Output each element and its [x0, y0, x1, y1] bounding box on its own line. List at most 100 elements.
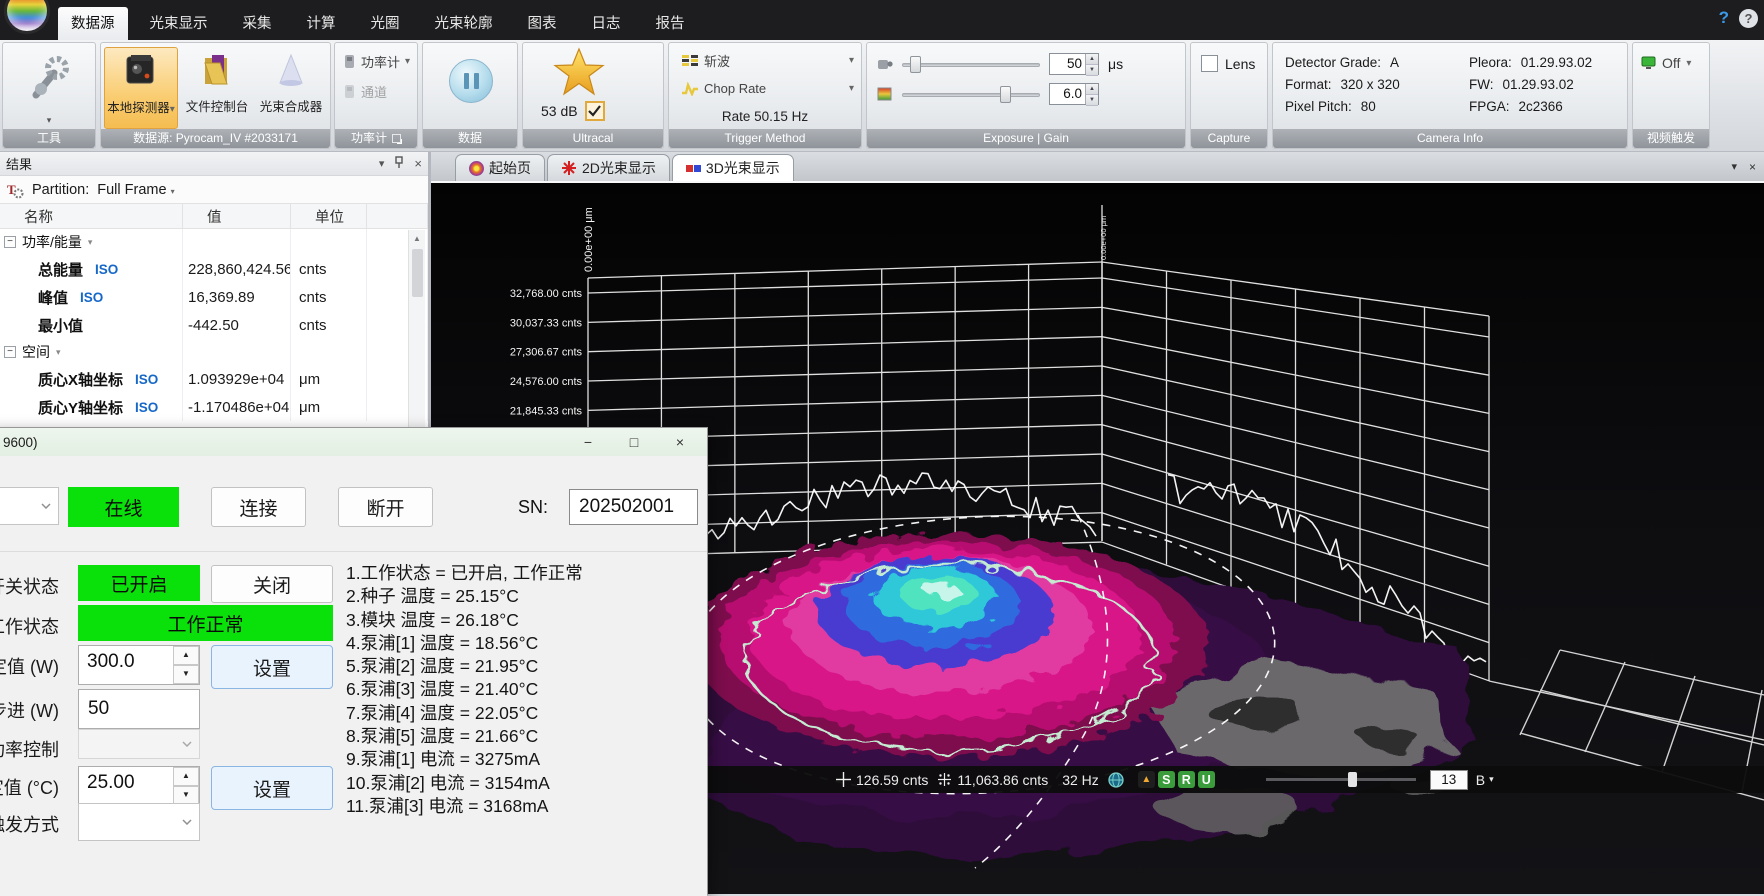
help-circle-icon[interactable]: ? [1739, 9, 1758, 28]
zoom-slider-handle[interactable] [1348, 772, 1357, 787]
ribbon-tab-1[interactable]: 光束显示 [137, 7, 221, 40]
local-detector-button[interactable]: 本地探测器▾ [104, 47, 178, 129]
ribbon-tab-3[interactable]: 计算 [294, 7, 349, 40]
file-console-button[interactable]: 文件控制台 [180, 47, 254, 129]
pin-icon[interactable] [394, 156, 404, 171]
zoom-slider[interactable] [1266, 771, 1416, 788]
results-item-row[interactable]: 峰值ISO16,369.89cnts [0, 283, 428, 311]
pause-button[interactable] [449, 59, 493, 103]
chop-dropdown[interactable]: 斩波 ▾ [681, 51, 853, 70]
exposure-slider-handle[interactable] [910, 56, 921, 73]
lens-checkbox[interactable] [1201, 55, 1218, 72]
chop-rate-dropdown[interactable]: Chop Rate ▾ [681, 81, 853, 96]
b-dropdown-icon[interactable]: ▾ [1489, 774, 1494, 785]
results-group-row[interactable]: −空间▾ [0, 339, 428, 365]
tab-close-icon[interactable]: × [1749, 160, 1756, 174]
spin-down-icon[interactable]: ▼ [1086, 65, 1098, 76]
partition-label: Partition: [32, 182, 89, 198]
camera-info-right-column: Pleora:01.29.93.02FW:01.29.93.02FPGA:2c2… [1469, 51, 1592, 117]
camera-info-row: Pixel Pitch:80 [1285, 95, 1400, 117]
help-icon[interactable]: ? [1719, 8, 1729, 28]
z-axis-tick: 21,845.33 cnts [510, 405, 583, 417]
disconnect-button[interactable]: 断开 [338, 487, 433, 527]
results-item-row[interactable]: 质心Y轴坐标ISO-1.170486e+04μm [0, 393, 428, 421]
ribbon-group-data: 数据 [422, 42, 518, 149]
power-meter-button[interactable]: 功率计 ▾ [343, 52, 410, 71]
setpoint-c-spinner[interactable]: 25.00 ▲▼ [78, 766, 200, 806]
partition-value-dropdown[interactable]: Full Frame ▾ [97, 182, 174, 198]
connect-button[interactable]: 连接 [211, 487, 306, 527]
spin-up-icon[interactable]: ▲ [173, 646, 199, 665]
ultracal-checkbox[interactable] [585, 101, 605, 121]
view-tab-2[interactable]: 3D光束显示 [672, 154, 794, 181]
indicator-r[interactable]: R [1178, 771, 1195, 788]
ultracal-star-icon[interactable] [553, 47, 605, 97]
set-power-button[interactable]: 设置 [211, 645, 333, 689]
ribbon-tab-0[interactable]: 数据源 [58, 7, 128, 40]
close-icon[interactable]: × [657, 428, 703, 456]
laser-off-button[interactable]: 关闭 [211, 565, 333, 603]
results-item-row[interactable]: 总能量ISO228,860,424.56cnts [0, 255, 428, 283]
tools-dropdown-icon[interactable]: ▾ [3, 115, 95, 126]
spin-up-icon[interactable]: ▲ [173, 767, 199, 786]
setpoint-w-spinner[interactable]: 300.0 ▲▼ [78, 645, 200, 685]
gain-spinbox[interactable]: 6.0 ▲▼ [1049, 83, 1099, 105]
spin-up-icon[interactable]: ▲ [1086, 84, 1098, 95]
close-icon[interactable]: × [414, 156, 422, 171]
z-axis-tick: 27,306.67 cnts [510, 347, 583, 359]
ribbon-tab-6[interactable]: 图表 [515, 7, 570, 40]
step-w-input[interactable]: 50 [78, 689, 200, 729]
exposure-spinbox[interactable]: 50 ▲▼ [1049, 53, 1099, 75]
spin-down-icon[interactable]: ▼ [1086, 95, 1098, 106]
switch-state-label: 开关状态 [0, 573, 59, 599]
results-item-row[interactable]: 最小值-442.50cnts [0, 311, 428, 339]
results-item-row[interactable]: 质心X轴坐标ISO1.093929e+04μm [0, 365, 428, 393]
gain-slider-handle[interactable] [1000, 86, 1011, 103]
indicator-u[interactable]: U [1198, 771, 1215, 788]
frame-rate: 32 Hz [1062, 772, 1099, 788]
scroll-up-icon[interactable]: ▲ [409, 230, 425, 247]
exposure-slider[interactable] [902, 55, 1040, 73]
tools-icon[interactable] [28, 51, 72, 103]
z-axis-tick: 32,768.00 cnts [510, 288, 583, 300]
maximize-icon[interactable]: □ [611, 428, 657, 456]
view-tab-1[interactable]: 2D光束显示 [547, 154, 670, 181]
collapse-icon[interactable]: − [4, 346, 16, 358]
iso-badge: ISO [95, 262, 118, 277]
ribbon-tab-5[interactable]: 光束轮廓 [422, 7, 506, 40]
collapse-icon[interactable]: − [4, 236, 16, 248]
beam-synthesizer-button[interactable]: 光束合成器 [254, 47, 328, 129]
camera-info-row: Pleora:01.29.93.02 [1469, 51, 1592, 73]
ribbon-tab-4[interactable]: 光圈 [358, 7, 413, 40]
laser-status-line: 11.泵浦[3] 电流 = 3168mA [346, 795, 696, 818]
set-temp-button[interactable]: 设置 [211, 766, 333, 810]
indicator-s[interactable]: S [1158, 771, 1175, 788]
ribbon-tab-8[interactable]: 报告 [643, 7, 698, 40]
minimize-icon[interactable]: − [565, 428, 611, 456]
com-port-combo[interactable] [0, 487, 59, 525]
globe-icon[interactable] [1108, 772, 1124, 788]
results-group-row[interactable]: −功率/能量▾ [0, 229, 428, 255]
scrollbar-thumb[interactable] [412, 249, 423, 297]
result-unit: cnts [291, 311, 367, 339]
laser-status-line: 8.泵浦[5] 温度 = 21.66°C [346, 725, 696, 748]
zoom-value-box[interactable]: 13 [1430, 770, 1468, 790]
dialog-launcher-icon[interactable] [392, 134, 401, 143]
view-tab-0[interactable]: 起始页 [455, 154, 545, 181]
camera-info-value: A [1390, 55, 1399, 70]
dialog-title-bar[interactable]: 9600) − □ × [0, 428, 707, 456]
channel-button[interactable]: 通道 [343, 82, 387, 101]
video-trigger-dropdown[interactable]: Off ▾ [1641, 55, 1691, 71]
ribbon-tab-2[interactable]: 采集 [230, 7, 285, 40]
tab-list-dropdown-icon[interactable]: ▾ [1731, 160, 1737, 174]
app-logo-icon[interactable] [4, 0, 50, 34]
sn-input[interactable]: 202502001 [569, 489, 698, 525]
spin-up-icon[interactable]: ▲ [1086, 54, 1098, 65]
spin-down-icon[interactable]: ▼ [173, 665, 199, 684]
power-control-combo[interactable] [78, 729, 200, 759]
panel-menu-icon[interactable]: ▾ [379, 157, 385, 170]
ribbon-tab-7[interactable]: 日志 [579, 7, 634, 40]
gain-slider[interactable] [902, 85, 1040, 103]
autoscale-indicator[interactable]: ▲ [1138, 771, 1155, 788]
trigger-mode-combo[interactable] [78, 803, 200, 841]
